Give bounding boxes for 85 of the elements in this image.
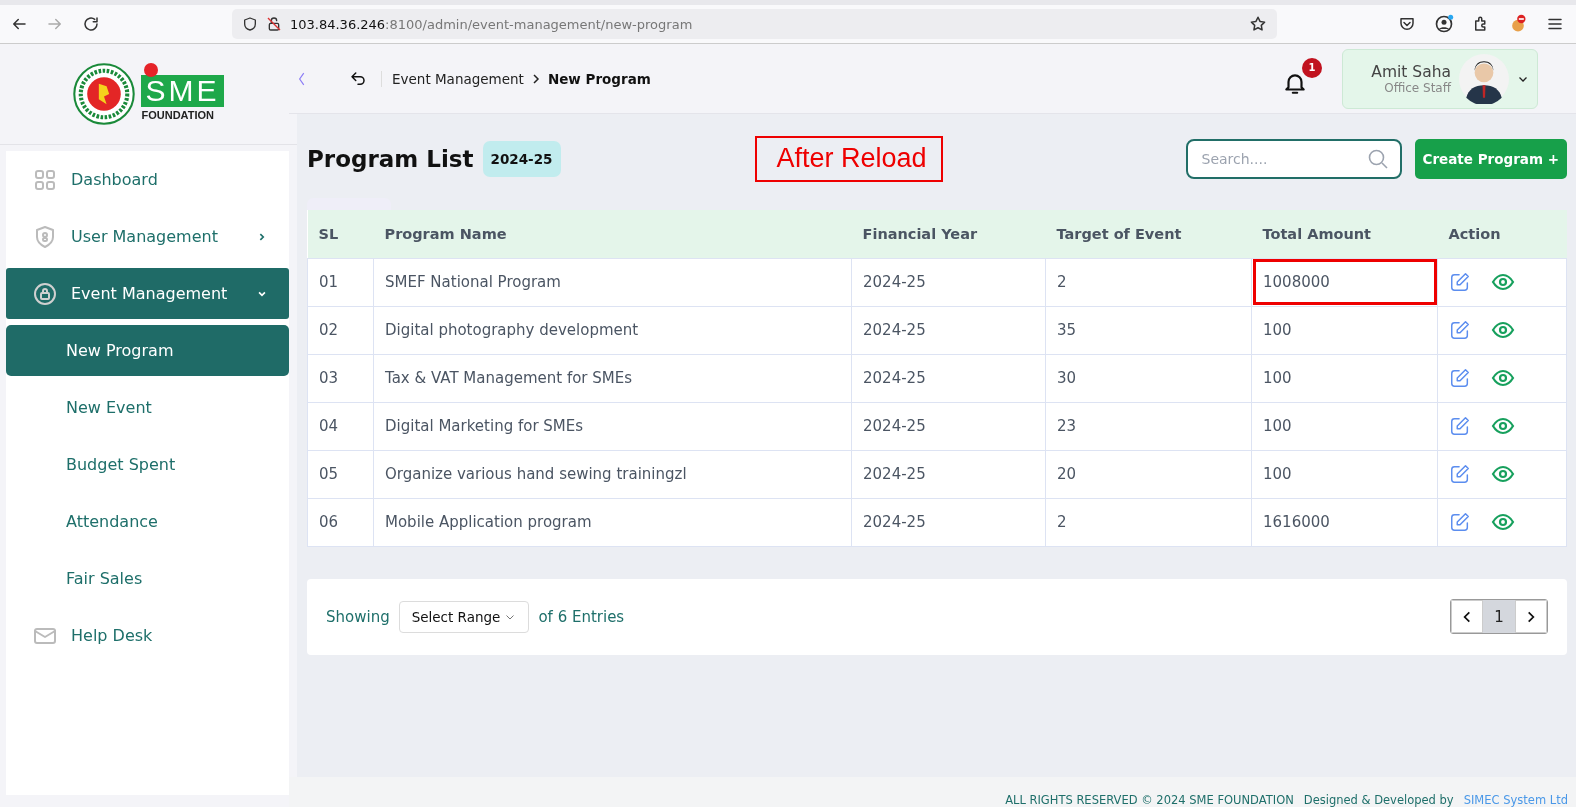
column-header: SL (307, 210, 374, 258)
sidebar-item[interactable]: Event Management (6, 268, 289, 319)
column-header: Financial Year (851, 210, 1046, 258)
range-select[interactable]: Select Range (398, 600, 530, 633)
table-cell: 06 (307, 498, 374, 546)
account-icon[interactable] (1434, 14, 1454, 34)
shield-icon (242, 16, 258, 32)
edit-icon[interactable] (1449, 415, 1471, 437)
table-cell: 01 (307, 258, 374, 306)
table-cell: 100 (1251, 306, 1438, 354)
table-cell: 2024-25 (851, 354, 1046, 402)
sidebar-subitem[interactable]: Attendance (6, 496, 289, 547)
breadcrumb-item[interactable]: Event Management (392, 70, 524, 87)
column-header: Target of Event (1045, 210, 1252, 258)
reload-icon[interactable] (82, 15, 100, 33)
sidebar-item[interactable]: User Management (6, 211, 289, 262)
table-cell: 100 (1251, 354, 1438, 402)
table-cell: 2 (1045, 498, 1252, 546)
emblem-drawing (73, 63, 136, 125)
copyright-text: ALL RIGHTS RESERVED © 2024 SME FOUNDATION (1005, 793, 1294, 807)
table-cell: Digital photography development (373, 306, 852, 354)
edit-icon[interactable] (1449, 271, 1471, 293)
table-cell: 2 (1045, 258, 1252, 306)
credit-text: Designed & Developed by (1303, 793, 1454, 807)
previous-page-button[interactable] (1451, 600, 1483, 633)
url-text: 103.84.36.246:8100/admin/event-management/new-program (290, 16, 693, 32)
page-button[interactable]: 1 (1483, 600, 1515, 633)
table-cell: 2024-25 (851, 402, 1046, 450)
table-cell: 03 (307, 354, 374, 402)
user-role: Office Staff (1383, 80, 1451, 95)
sidebar-subitem[interactable]: New Program (6, 325, 289, 376)
table-cell: 100 (1251, 402, 1438, 450)
sidebar-item[interactable]: Help Desk (6, 610, 289, 661)
notification-badge: 1 (1302, 57, 1322, 78)
table-cell: Organize various hand sewing trainingzl (373, 450, 852, 498)
table-cell: 2024-25 (851, 258, 1046, 306)
user-menu[interactable]: Amit Saha Office Staff (1342, 48, 1538, 109)
table-cell: 1008000 (1251, 258, 1438, 306)
table-cell: SMEF National Program (373, 258, 852, 306)
table-cell: 2024-25 (851, 306, 1046, 354)
create-program-button[interactable]: Create Program + (1414, 139, 1567, 179)
edit-icon[interactable] (1449, 463, 1471, 485)
lock-icon (266, 16, 282, 32)
pocket-icon[interactable] (1398, 15, 1416, 33)
table-cell: 35 (1045, 306, 1252, 354)
edit-icon[interactable] (1449, 319, 1471, 341)
table-cell: Tax & VAT Management for SMEs (373, 354, 852, 402)
table-cell: 23 (1045, 402, 1252, 450)
sidebar-item[interactable]: Dashboard (6, 154, 289, 205)
annotation-label: After Reload (754, 136, 943, 182)
avatar-icon (1459, 53, 1509, 104)
year-badge: 2024-25 (482, 141, 561, 177)
search-field[interactable]: Search.... (1185, 139, 1402, 179)
undo-icon[interactable] (349, 69, 367, 88)
column-header: Total Amount (1251, 210, 1438, 258)
sidebar-subitem[interactable]: Fair Sales (6, 553, 289, 604)
column-header: Action (1437, 210, 1567, 258)
table-cell: 20 (1045, 450, 1252, 498)
table-cell: 1616000 (1251, 498, 1438, 546)
shield-icon (33, 224, 57, 249)
showing-label: Showing (326, 607, 390, 626)
user-name: Amit Saha (1371, 62, 1451, 81)
grid-icon (33, 167, 57, 192)
page-title: Program List (307, 146, 474, 172)
table-cell: 100 (1251, 450, 1438, 498)
next-page-button[interactable] (1515, 600, 1547, 633)
star-icon[interactable] (1249, 15, 1267, 33)
table-cell: 2024-25 (851, 498, 1046, 546)
table-cell: 30 (1045, 354, 1252, 402)
sidebar-subitem[interactable]: Budget Spent (6, 439, 289, 490)
edit-icon[interactable] (1449, 367, 1471, 389)
sidebar-subitem[interactable]: New Event (6, 382, 289, 433)
table-cell: 02 (307, 306, 374, 354)
table-cell: 05 (307, 450, 374, 498)
entries-label: of 6 Entries (538, 607, 625, 626)
table-cell: Digital Marketing for SMEs (373, 402, 852, 450)
logo-subtitle: FOUNDATION (141, 109, 215, 121)
address-bar[interactable]: 103.84.36.246:8100/admin/event-management/new-program (232, 9, 1277, 39)
breadcrumb-item: New Program (547, 70, 651, 87)
table-cell: 2024-25 (851, 450, 1046, 498)
column-header: Program Name (373, 210, 852, 258)
edit-icon[interactable] (1449, 511, 1471, 533)
table-cell: 04 (307, 402, 374, 450)
lock-icon (33, 281, 57, 306)
table-cell: Mobile Application program (373, 498, 852, 546)
